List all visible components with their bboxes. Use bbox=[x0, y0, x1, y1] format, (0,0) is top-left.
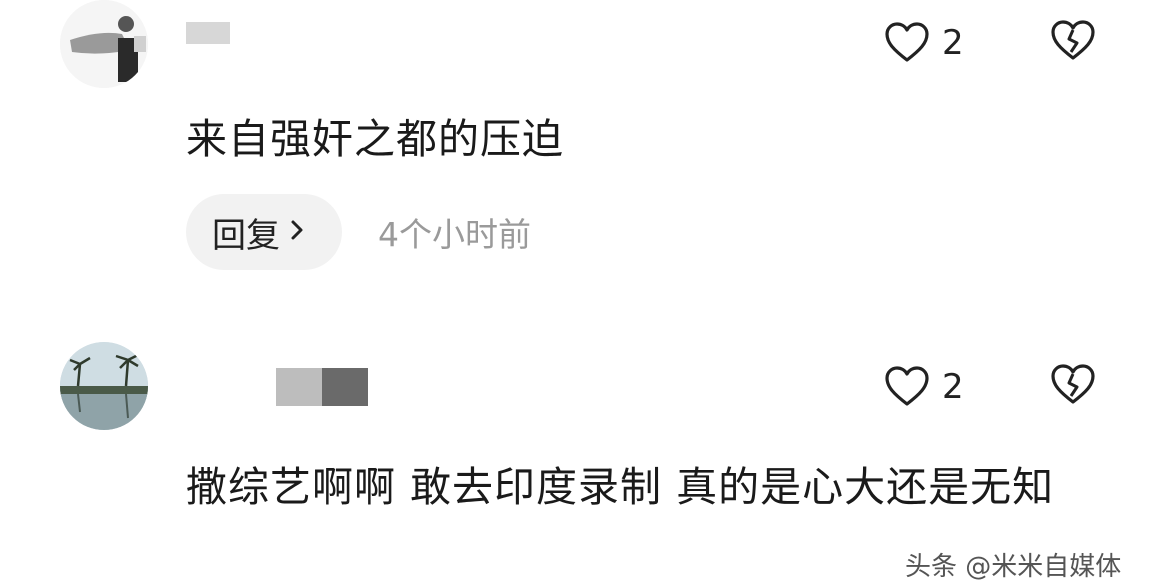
dislike-button[interactable] bbox=[1050, 20, 1096, 66]
avatar-image bbox=[60, 0, 148, 88]
dislike-button[interactable] bbox=[1050, 364, 1096, 410]
comment-text: 来自强奸之都的压迫 bbox=[186, 115, 564, 163]
like-count: 2 bbox=[942, 23, 964, 63]
broken-heart-icon bbox=[1051, 20, 1095, 60]
heart-outline-icon bbox=[885, 366, 929, 406]
username-blurred bbox=[276, 368, 322, 406]
comment-text: 撒综艺啊啊 敢去印度录制 真的是心大还是无知 bbox=[186, 463, 1055, 511]
avatar-image bbox=[60, 342, 148, 430]
like-button[interactable]: 2 bbox=[884, 20, 964, 66]
like-count: 2 bbox=[942, 367, 964, 407]
comment-item: 2 撒综艺啊啊 敢去印度录制 真的是心大还是无知 bbox=[0, 330, 1170, 572]
broken-heart-icon bbox=[1051, 364, 1095, 404]
timestamp: 4个小时前 bbox=[378, 215, 531, 254]
reply-button[interactable]: 回复 bbox=[186, 194, 342, 270]
username-blurred bbox=[322, 368, 368, 406]
username-blurred bbox=[186, 22, 230, 44]
chevron-right-icon bbox=[288, 218, 306, 246]
comment-item: 2 来自强奸之都的压迫 回复 4个小时前 bbox=[0, 0, 1170, 300]
reply-label: 回复 bbox=[212, 215, 280, 256]
heart-outline-icon bbox=[885, 22, 929, 62]
avatar[interactable] bbox=[60, 342, 148, 430]
avatar[interactable] bbox=[60, 0, 148, 88]
like-button[interactable]: 2 bbox=[884, 364, 964, 410]
watermark: 头条 @米米自媒体 bbox=[905, 552, 1122, 582]
